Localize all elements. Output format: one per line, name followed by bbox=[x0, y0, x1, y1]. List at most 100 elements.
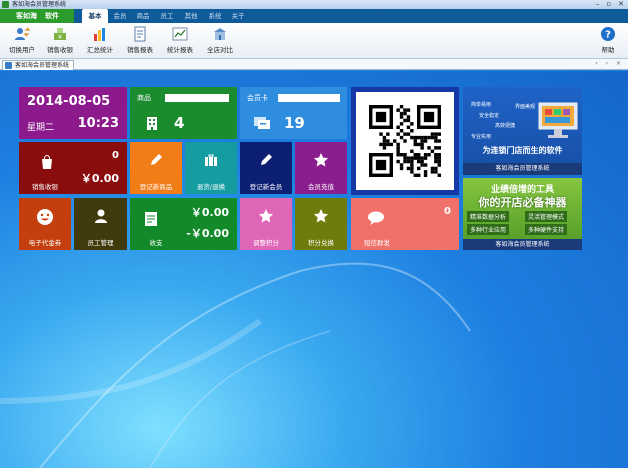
tile-ecoupon[interactable]: 电子代金券 bbox=[19, 198, 71, 250]
weekday-text: 星期二 bbox=[27, 123, 55, 133]
ad-banner-software[interactable]: 简单易用 界面美观 安全稳定 高效便捷 专业实用 为连锁门店而生的软件 客如海会… bbox=[463, 87, 582, 175]
star-icon bbox=[313, 153, 329, 167]
cashier-count: 0 bbox=[112, 150, 119, 161]
help-icon: ? bbox=[601, 27, 615, 41]
income-label: 收支 bbox=[149, 239, 163, 247]
report-icon bbox=[134, 26, 146, 42]
suitcase-icon bbox=[205, 154, 217, 166]
ad1-word-3: 安全稳定 bbox=[479, 113, 500, 119]
qr-code bbox=[369, 105, 441, 177]
menu-staff[interactable]: 员工 bbox=[157, 9, 177, 23]
cashier-amount: ￥0.00 bbox=[80, 172, 119, 185]
dashboard: 2014-08-05 星期二 10:23 商品 4 会员卡 19 简单易用 界面… bbox=[0, 71, 628, 468]
member-card-label: 会员卡 bbox=[247, 94, 268, 102]
member-card-count: 19 bbox=[284, 114, 305, 132]
ad1-word-1: 简单易用 bbox=[471, 102, 492, 108]
income-minus: -￥0.00 bbox=[186, 227, 229, 240]
brand-name: 客如海 bbox=[16, 12, 37, 20]
menu-about[interactable]: 关于 bbox=[228, 9, 248, 23]
tile-goods[interactable]: 商品 4 bbox=[130, 87, 237, 139]
income-plus: ￥0.00 bbox=[190, 206, 229, 219]
tab-main-label: 客如海会员管理系统 bbox=[15, 62, 70, 69]
ad2-footer: 客如海会员管理系统 bbox=[463, 239, 582, 250]
help-label: 帮助 bbox=[601, 46, 615, 54]
tile-points-adjust[interactable]: 调整积分 bbox=[240, 198, 292, 250]
qr-code-tile bbox=[351, 87, 459, 195]
ecoupon-label: 电子代金券 bbox=[28, 239, 62, 247]
tab-navigation[interactable]: ‹ › × bbox=[595, 60, 624, 67]
tile-register-member[interactable]: 登记新会员 bbox=[240, 142, 292, 194]
bar-chart-icon bbox=[94, 28, 105, 41]
tile-sms[interactable]: 0 短信群发 bbox=[351, 198, 459, 250]
tile-member-card[interactable]: 会员卡 19 bbox=[240, 87, 347, 139]
store-compare-button[interactable]: 全店对比 bbox=[198, 26, 242, 58]
goods-label: 商品 bbox=[137, 94, 151, 102]
cashier-tile-label: 销售收银 bbox=[32, 183, 58, 191]
tile-staff[interactable]: 员工管理 bbox=[74, 198, 127, 250]
points-adjust-label: 调整积分 bbox=[253, 239, 279, 247]
goods-count: 4 bbox=[174, 114, 185, 132]
ad2-feature-3: 多种行业应用 bbox=[467, 224, 510, 235]
tile-cashier[interactable]: 0 ￥0.00 销售收银 bbox=[19, 142, 127, 194]
menu-system[interactable]: 系统 bbox=[205, 9, 225, 23]
tile-return-goods[interactable]: 退货/退换 bbox=[185, 142, 237, 194]
toolbar: 切换用户 ¥ 销售收银 汇总统计 销售报表 统计报表 全店对比 ? 帮助 bbox=[0, 23, 628, 59]
store-icon bbox=[214, 28, 226, 40]
ad1-word-4: 高效便捷 bbox=[495, 123, 516, 129]
tile-register-goods[interactable]: 登记新商品 bbox=[130, 142, 182, 194]
tile-points-exchange[interactable]: 积分兑换 bbox=[295, 198, 347, 250]
chat-bubble-icon bbox=[368, 211, 384, 225]
brand-logo: 客如海 软件 bbox=[0, 9, 74, 23]
date-text: 2014-08-05 bbox=[27, 94, 111, 109]
smiley-icon bbox=[37, 209, 53, 225]
points-exchange-label: 积分兑换 bbox=[308, 239, 334, 247]
tab-main[interactable]: 客如海会员管理系统 bbox=[2, 60, 75, 70]
card-icon bbox=[254, 117, 270, 129]
ad-banner-tools[interactable]: 业绩倍增的工具 你的开店必备神器 精准数据分析 灵活管理模式 多种行业应用 多种… bbox=[463, 178, 582, 250]
sms-label: 短信群发 bbox=[364, 239, 390, 247]
menu-other[interactable]: 其他 bbox=[181, 9, 201, 23]
tile-income[interactable]: ￥0.00 -￥0.00 收支 bbox=[130, 198, 237, 250]
tab-strip bbox=[0, 59, 628, 70]
ledger-icon bbox=[145, 212, 157, 226]
summary-label: 汇总统计 bbox=[87, 46, 113, 54]
star-icon bbox=[258, 209, 274, 223]
tile-recharge[interactable]: 会员充值 bbox=[295, 142, 347, 194]
recharge-label: 会员充值 bbox=[308, 183, 334, 191]
ad1-word-5: 专业实用 bbox=[471, 134, 492, 140]
document-icon bbox=[5, 62, 12, 69]
return-goods-label: 退货/退换 bbox=[196, 183, 226, 191]
switch-user-icon bbox=[15, 27, 30, 40]
pencil-icon bbox=[261, 154, 272, 165]
time-text: 10:23 bbox=[77, 116, 119, 131]
app-icon bbox=[2, 1, 9, 8]
cashier-button[interactable]: ¥ 销售收银 bbox=[38, 26, 82, 58]
staff-label: 员工管理 bbox=[87, 239, 114, 247]
ad2-feature-4: 多种硬件支持 bbox=[525, 224, 568, 235]
cashier-label: 销售收银 bbox=[47, 46, 73, 54]
register-member-label: 登记新会员 bbox=[249, 183, 283, 191]
switch-user-label: 切换用户 bbox=[9, 46, 35, 54]
ad2-feature-2: 灵活管理模式 bbox=[525, 211, 568, 222]
building-icon bbox=[147, 117, 157, 130]
sales-report-button[interactable]: 销售报表 bbox=[118, 26, 162, 58]
stats-report-label: 统计报表 bbox=[167, 46, 193, 54]
menu-basic[interactable]: 基本 bbox=[82, 9, 108, 23]
star-icon bbox=[313, 209, 329, 223]
ad1-slogan: 为连锁门店而生的软件 bbox=[482, 146, 563, 155]
ad2-line2: 你的开店必备神器 bbox=[478, 196, 567, 209]
maximize-button[interactable]: ▫ bbox=[606, 0, 611, 9]
pencil-icon bbox=[151, 154, 162, 165]
menu-member[interactable]: 会员 bbox=[110, 9, 130, 23]
store-compare-label: 全店对比 bbox=[207, 46, 233, 54]
svg-text:¥: ¥ bbox=[58, 34, 62, 41]
shopping-bag-icon bbox=[42, 155, 52, 169]
close-button[interactable]: ✕ bbox=[618, 0, 624, 9]
help-button[interactable]: ? 帮助 bbox=[588, 26, 628, 58]
minimize-button[interactable]: – bbox=[596, 0, 600, 9]
stats-report-button[interactable]: 统计报表 bbox=[158, 26, 202, 58]
summary-button[interactable]: 汇总统计 bbox=[78, 26, 122, 58]
menu-goods[interactable]: 商品 bbox=[133, 9, 153, 23]
register-goods-label: 登记新商品 bbox=[139, 183, 173, 191]
member-card-input-bar bbox=[278, 94, 340, 102]
